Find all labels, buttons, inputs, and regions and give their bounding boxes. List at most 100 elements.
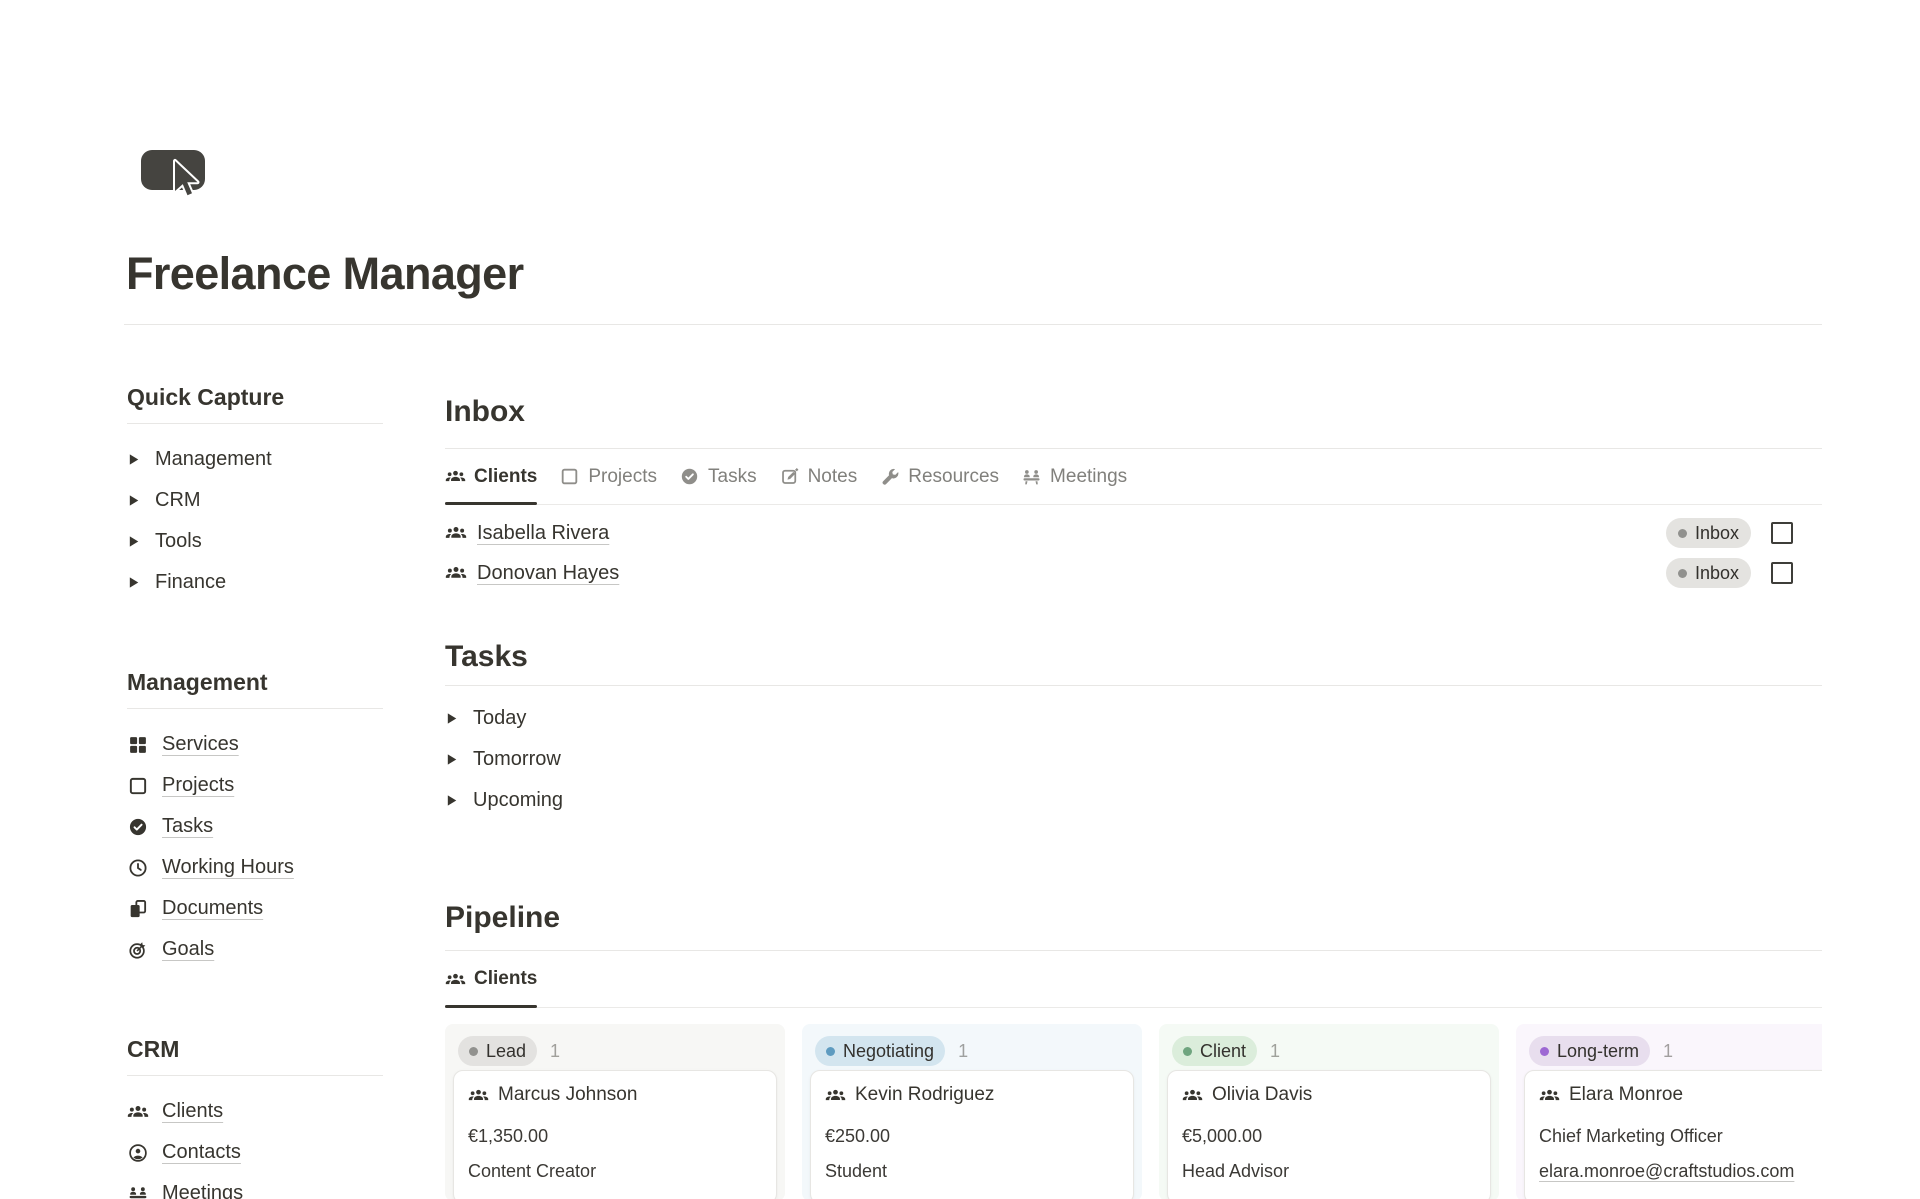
- toggle-tools[interactable]: Tools: [127, 521, 383, 562]
- card-name: Elara Monroe: [1569, 1084, 1683, 1106]
- status-badge-label: Negotiating: [843, 1041, 934, 1062]
- square-icon: [559, 466, 580, 487]
- toggle-triangle-icon[interactable]: [127, 576, 140, 589]
- board-column-client: Client 1 Olivia Davis €5,000.00 Head Adv…: [1159, 1024, 1499, 1199]
- card-role: Student: [825, 1161, 1119, 1182]
- tab-clients[interactable]: Clients: [445, 449, 537, 504]
- toggle-upcoming[interactable]: Upcoming: [445, 780, 1822, 821]
- sidebar-item-label[interactable]: Working Hours: [162, 856, 294, 879]
- card-role: Chief Marketing Officer: [1539, 1126, 1822, 1147]
- card-role: Head Advisor: [1182, 1161, 1476, 1182]
- toggle-finance[interactable]: Finance: [127, 562, 383, 603]
- sidebar-item-goals[interactable]: Goals: [127, 929, 383, 970]
- task-groups: Today Tomorrow Upcoming: [445, 698, 1822, 821]
- toggle-triangle-icon[interactable]: [127, 494, 140, 507]
- toggle-triangle-icon[interactable]: [445, 712, 458, 725]
- tab-notes[interactable]: Notes: [779, 449, 858, 504]
- card-amount: €250.00: [825, 1126, 1119, 1147]
- card-email-link[interactable]: elara.monroe@craftstudios.com: [1539, 1161, 1822, 1182]
- toggle-triangle-icon[interactable]: [445, 753, 458, 766]
- toggle-label: Management: [155, 448, 272, 471]
- sidebar-item-contacts[interactable]: Contacts: [127, 1132, 383, 1173]
- toggle-triangle-icon[interactable]: [127, 453, 140, 466]
- row-checkbox[interactable]: [1771, 522, 1793, 544]
- toggle-management[interactable]: Management: [127, 439, 383, 480]
- tab-label: Clients: [474, 968, 537, 990]
- tab-clients[interactable]: Clients: [445, 951, 537, 1007]
- card-title: Elara Monroe: [1539, 1084, 1822, 1106]
- sidebar-item-label[interactable]: Contacts: [162, 1141, 241, 1164]
- sidebar-item-working-hours[interactable]: Working Hours: [127, 847, 383, 888]
- sidebar-item-label[interactable]: Tasks: [162, 815, 213, 838]
- toggle-today[interactable]: Today: [445, 698, 1822, 739]
- toggle-crm[interactable]: CRM: [127, 480, 383, 521]
- tasks-heading: Tasks: [445, 637, 1822, 677]
- client-card-marcus-johnson[interactable]: Marcus Johnson €1,350.00 Content Creator: [453, 1070, 777, 1199]
- wrench-icon: [879, 466, 900, 487]
- column-header: Client 1: [1167, 1032, 1491, 1070]
- card-name: Olivia Davis: [1212, 1084, 1312, 1106]
- sidebar-item-services[interactable]: Services: [127, 724, 383, 765]
- status-badge-inbox: Inbox: [1666, 558, 1751, 588]
- sidebar-item-label[interactable]: Services: [162, 733, 239, 756]
- sidebar-item-label[interactable]: Goals: [162, 938, 214, 961]
- board-column-lead: Lead 1 Marcus Johnson €1,350.00 Content …: [445, 1024, 785, 1199]
- column-header: Lead 1: [453, 1032, 777, 1070]
- meeting-table-icon: [1021, 466, 1042, 487]
- toggle-triangle-icon[interactable]: [445, 794, 458, 807]
- sidebar-item-tasks[interactable]: Tasks: [127, 806, 383, 847]
- tab-label: Meetings: [1050, 466, 1127, 488]
- card-name: Kevin Rodriguez: [855, 1084, 994, 1106]
- tab-resources[interactable]: Resources: [879, 449, 999, 504]
- row-checkbox[interactable]: [1771, 562, 1793, 584]
- tab-meetings[interactable]: Meetings: [1021, 449, 1127, 504]
- sidebar-item-label[interactable]: Documents: [162, 897, 263, 920]
- toggle-tomorrow[interactable]: Tomorrow: [445, 739, 1822, 780]
- section-heading-crm: CRM: [127, 1032, 383, 1066]
- status-dot: [1183, 1047, 1192, 1056]
- section-heading-quick-capture: Quick Capture: [127, 380, 383, 414]
- sidebar-item-projects[interactable]: Projects: [127, 765, 383, 806]
- sidebar-item-label[interactable]: Meetings: [162, 1182, 243, 1199]
- column-count: 1: [1270, 1041, 1280, 1062]
- client-name-link[interactable]: Donovan Hayes: [477, 562, 619, 585]
- client-card-kevin-rodriguez[interactable]: Kevin Rodriguez €250.00 Student: [810, 1070, 1134, 1199]
- status-badge-lead: Lead: [458, 1036, 537, 1066]
- sidebar-item-label[interactable]: Projects: [162, 774, 234, 797]
- status-badge-label: Client: [1200, 1041, 1246, 1062]
- clock-icon: [127, 857, 149, 879]
- sidebar-item-meetings[interactable]: Meetings: [127, 1173, 383, 1199]
- column-count: 1: [958, 1041, 968, 1062]
- status-badge-inbox: Inbox: [1666, 518, 1751, 548]
- card-title: Kevin Rodriguez: [825, 1084, 1119, 1106]
- sidebar-item-clients[interactable]: Clients: [127, 1091, 383, 1132]
- inbox-row-isabella-rivera[interactable]: Isabella Rivera Inbox: [445, 513, 1822, 553]
- pipeline-board: Lead 1 Marcus Johnson €1,350.00 Content …: [445, 1024, 1822, 1199]
- inbox-row-donovan-hayes[interactable]: Donovan Hayes Inbox: [445, 553, 1822, 593]
- sidebar-item-label[interactable]: Clients: [162, 1100, 223, 1123]
- client-card-olivia-davis[interactable]: Olivia Davis €5,000.00 Head Advisor: [1167, 1070, 1491, 1199]
- divider: [127, 423, 383, 424]
- tab-label: Clients: [474, 466, 537, 488]
- toggle-triangle-icon[interactable]: [127, 535, 140, 548]
- section-heading-management: Management: [127, 665, 383, 699]
- status-dot: [469, 1047, 478, 1056]
- toggle-label: Today: [473, 707, 526, 730]
- sidebar-item-documents[interactable]: Documents: [127, 888, 383, 929]
- page-cursor-click-icon[interactable]: [138, 138, 218, 218]
- people-icon: [1182, 1085, 1203, 1106]
- people-icon: [445, 522, 467, 544]
- status-dot: [1678, 569, 1687, 578]
- column-header: Long-term 1: [1524, 1032, 1822, 1070]
- tab-label: Tasks: [708, 466, 757, 488]
- client-card-elara-monroe[interactable]: Elara Monroe Chief Marketing Officer ela…: [1524, 1070, 1822, 1199]
- client-name-link[interactable]: Isabella Rivera: [477, 522, 609, 545]
- tab-tasks[interactable]: Tasks: [679, 449, 757, 504]
- target-icon: [127, 939, 149, 961]
- inbox-view-tabs: Clients Projects Tasks Notes Resources M…: [445, 449, 1822, 505]
- column-header: Negotiating 1: [810, 1032, 1134, 1070]
- status-badge-long-term: Long-term: [1529, 1036, 1650, 1066]
- tab-projects[interactable]: Projects: [559, 449, 657, 504]
- divider: [445, 685, 1822, 686]
- column-count: 1: [1663, 1041, 1673, 1062]
